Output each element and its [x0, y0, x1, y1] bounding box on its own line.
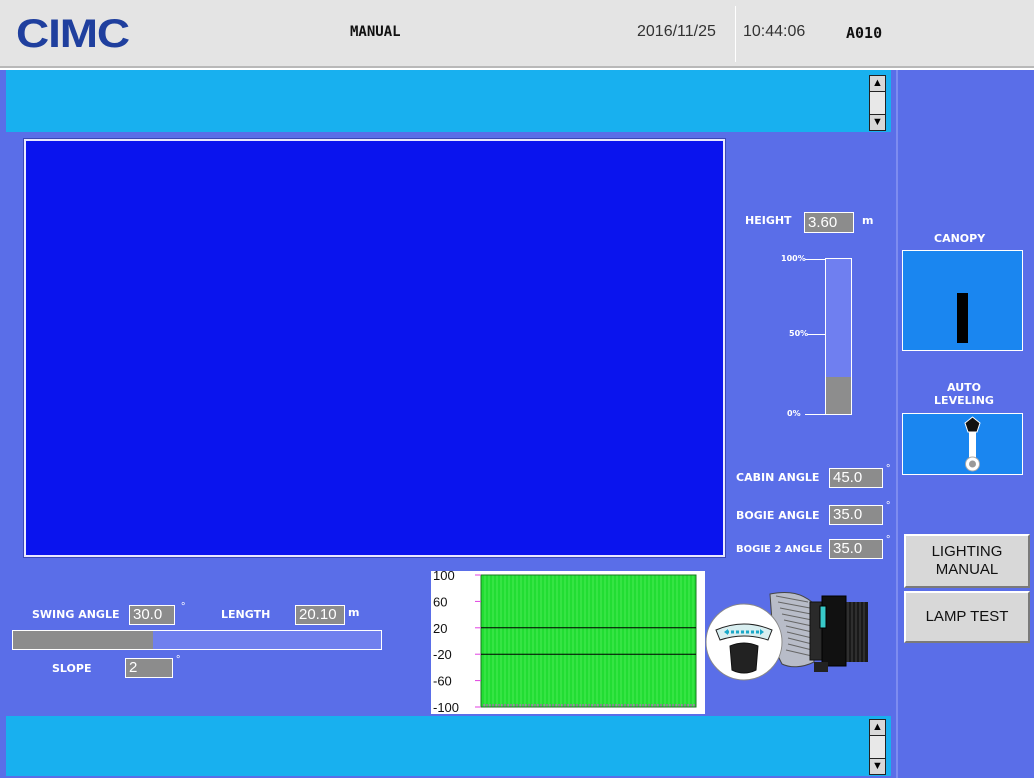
message-bar-top	[6, 70, 891, 132]
bogie-angle-label: BOGIE ANGLE	[736, 509, 820, 522]
gauge-tick	[805, 259, 825, 260]
slope-value: 2	[125, 658, 173, 678]
cabin-angle-value: 45.0	[829, 468, 883, 488]
chart-y-tick-label: -60	[433, 674, 452, 689]
message-scroll-bottom[interactable]: ▲ ▼	[869, 719, 886, 775]
station-code: A010	[846, 24, 883, 42]
canopy-end-illustration	[705, 603, 783, 681]
scroll-track[interactable]	[869, 736, 886, 758]
chart-y-tick-label: 20	[433, 621, 447, 636]
chart-y-tick-label: 100	[433, 571, 455, 583]
slope-label: SLOPE	[52, 662, 92, 675]
height-label: HEIGHT	[745, 214, 792, 227]
length-unit: m	[348, 606, 360, 619]
cabin-illustration	[809, 595, 868, 672]
lighting-manual-button[interactable]: LIGHTING MANUAL	[904, 534, 1030, 588]
chart-y-tick-label: -20	[433, 647, 452, 662]
auto-leveling-label: AUTO LEVELING	[934, 381, 994, 407]
height-unit: m	[862, 214, 874, 227]
header-divider	[735, 6, 736, 62]
bogie-angle-value: 35.0	[829, 505, 883, 525]
level-chart-svg: 100 60 20 -20 -60 -100	[433, 571, 697, 714]
message-bar-bottom	[6, 716, 891, 776]
lamp-test-button[interactable]: LAMP TEST	[904, 591, 1030, 643]
slope-unit: °	[176, 654, 181, 666]
gauge-tick	[807, 334, 825, 335]
bogie2-angle-value: 35.0	[829, 539, 883, 559]
swing-angle-value: 30.0	[129, 605, 175, 625]
cabin-angle-label: CABIN ANGLE	[736, 471, 820, 484]
chart-y-tick-label: 60	[433, 594, 447, 609]
camera-view	[24, 139, 725, 557]
bogie2-angle-label: BOGIE 2 ANGLE	[736, 544, 823, 555]
cabin-angle-unit: °	[886, 463, 891, 475]
height-gauge-fill	[826, 376, 851, 414]
bogie-angle-unit: °	[886, 500, 891, 512]
scroll-down-button[interactable]: ▼	[869, 758, 886, 775]
mode-indicator: MANUAL	[350, 24, 401, 40]
chart-y-tick-label: -100	[433, 700, 459, 714]
swing-angle-unit: °	[181, 601, 186, 613]
company-logo: CIMC	[16, 12, 130, 56]
scroll-track[interactable]	[869, 92, 886, 114]
scroll-up-button[interactable]: ▲	[869, 719, 886, 736]
gauge-tick-label: 50%	[789, 329, 809, 338]
gauge-tick-label: 100%	[781, 254, 806, 263]
canopy-label: CANOPY	[934, 232, 986, 245]
gauge-tick-label: 0%	[787, 409, 801, 418]
height-value: 3.60	[804, 212, 854, 233]
swing-angle-label: SWING ANGLE	[32, 608, 120, 621]
bridge-head-illustration	[705, 591, 868, 681]
date-display: 2016/11/25	[637, 23, 716, 40]
length-value: 20.10	[295, 605, 345, 625]
scroll-up-button[interactable]: ▲	[869, 75, 886, 92]
gauge-tick	[805, 414, 825, 415]
canopy-indicator	[957, 293, 968, 343]
canopy-panel	[902, 250, 1023, 351]
length-label: LENGTH	[221, 608, 271, 621]
header-bar: CIMC MANUAL 2016/11/25 10:44:06 A010	[0, 0, 1034, 68]
auto-leveling-switch-icon	[964, 416, 981, 472]
bogie2-angle-unit: °	[886, 534, 891, 546]
swing-bar-fill	[13, 631, 153, 649]
message-scroll-top[interactable]: ▲ ▼	[869, 75, 886, 131]
time-display: 10:44:06	[743, 23, 806, 40]
auto-leveling-panel	[902, 413, 1023, 475]
scroll-down-button[interactable]: ▼	[869, 114, 886, 131]
